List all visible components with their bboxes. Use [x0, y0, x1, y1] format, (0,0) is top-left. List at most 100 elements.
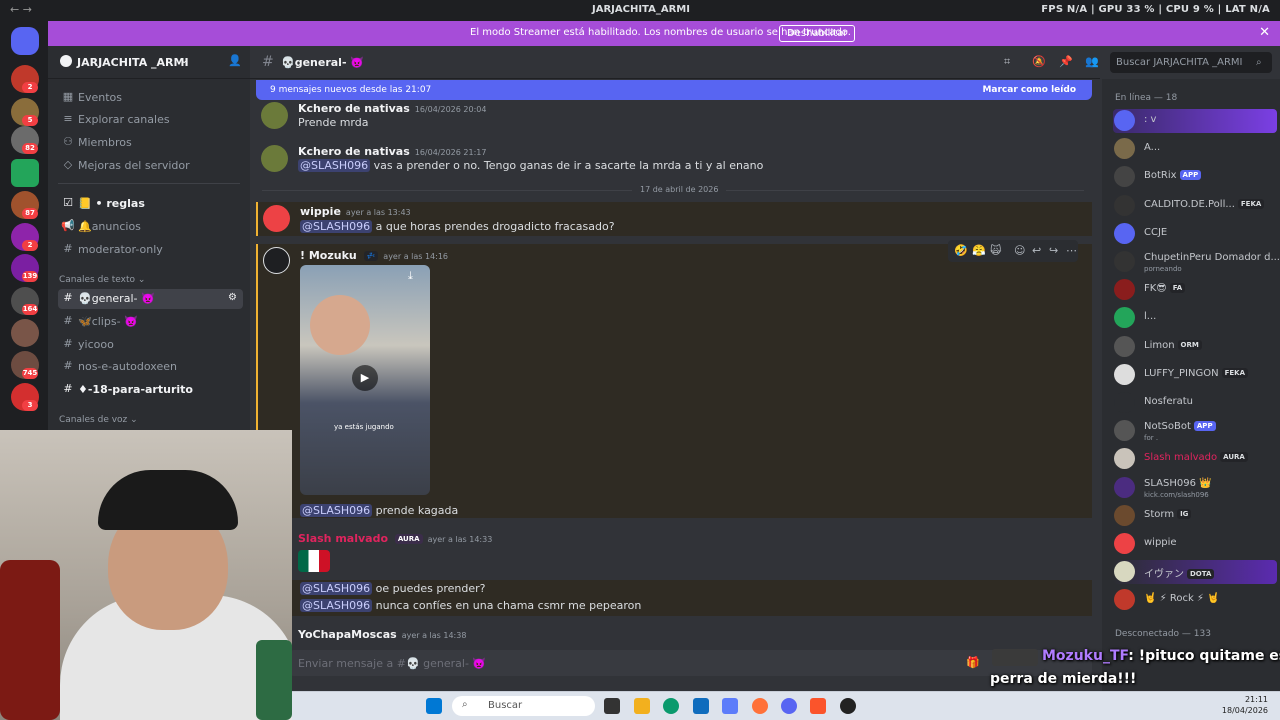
file-explorer-icon[interactable] [634, 698, 650, 714]
threads-icon[interactable]: ⌗ [1004, 55, 1010, 69]
avatar[interactable] [1114, 420, 1135, 442]
app-icon[interactable] [722, 698, 738, 714]
channel-nos-e-autodoxeen[interactable]: # nos-e-autodoxeen [58, 357, 243, 377]
member-item[interactable]: NotSoBot APP for . [1113, 419, 1277, 443]
username[interactable]: Slash malvado [298, 532, 388, 545]
server-header[interactable]: JARJACHITA _ARMI ⌄ 👤 [48, 46, 250, 79]
channel-general[interactable]: # 💀general- 👿 ⚙ [58, 289, 243, 309]
avatar[interactable] [1114, 504, 1135, 526]
user-mention[interactable]: @SLASH096 [300, 599, 373, 612]
message-input[interactable]: Enviar mensaje a #💀 general- 👿 🎁 [288, 650, 1092, 676]
pin-icon[interactable]: 📌 [1059, 55, 1073, 68]
user-mention[interactable]: @SLASH096 [298, 159, 371, 172]
download-icon[interactable]: ⤓ [408, 269, 413, 283]
member-item[interactable]: CALDITO.DE.Poll... FEKA [1113, 194, 1277, 218]
avatar[interactable] [1114, 251, 1135, 272]
taskbar-search[interactable]: ⌕ Buscar [452, 696, 595, 716]
member-item[interactable]: wippie [1113, 532, 1277, 556]
avatar[interactable] [1114, 533, 1135, 554]
reaction-icon[interactable]: 🙀 [990, 244, 1001, 257]
avatar[interactable] [1114, 166, 1135, 188]
channel-18-para-arturito[interactable]: # ♦-18-para-arturito [58, 380, 243, 400]
member-item[interactable]: CCJE [1113, 222, 1277, 246]
windows-start-icon[interactable] [426, 698, 442, 714]
disable-streamer-button[interactable]: Deshabilitar [779, 25, 856, 42]
channel-clips[interactable]: # 🦋clips- 👿 [58, 312, 243, 332]
sidebar-item-browse[interactable]: ≡ Explorar canales [58, 110, 243, 130]
close-icon[interactable]: ✕ [1259, 25, 1270, 40]
message-mention-highlight[interactable]: @SLASH096 oe puedes prender? @SLASH096 n… [256, 580, 1092, 616]
discord-home-icon[interactable] [11, 27, 39, 55]
username[interactable]: ! Mozuku [300, 249, 357, 262]
member-item[interactable]: LUFFY_PINGON FEKA [1113, 363, 1277, 387]
discord-icon[interactable] [781, 698, 797, 714]
category-voice[interactable]: Canales de voz ⌄ [59, 415, 138, 425]
message[interactable]: Kchero de nativas 16/04/2026 20:04 Prende… [256, 99, 1092, 132]
avatar[interactable] [261, 102, 288, 129]
message[interactable]: YoChapaMoscas ayer a las 14:38 [256, 626, 1092, 644]
member-item[interactable]: l... [1113, 306, 1277, 330]
sidebar-item-events[interactable]: ▦ Eventos [58, 88, 243, 108]
sidebar-item-members[interactable]: ⚇ Miembros [58, 133, 243, 153]
channel-moderator-only[interactable]: # moderator-only [58, 240, 243, 260]
username[interactable]: Kchero de nativas [298, 145, 410, 158]
avatar[interactable] [263, 205, 290, 232]
server-icon[interactable] [11, 159, 39, 187]
member-item[interactable]: 🤘 ⚡ Rock ⚡ 🤘 [1113, 588, 1277, 612]
settings-gear-icon[interactable]: ⚙ [228, 292, 237, 303]
category-text[interactable]: Canales de texto ⌄ [59, 275, 145, 285]
member-item[interactable]: BotRix APP [1113, 165, 1277, 189]
play-icon[interactable]: ▶ [352, 365, 378, 391]
username[interactable]: YoChapaMoscas [298, 628, 397, 641]
back-forward-arrows-icon[interactable]: ← → [10, 3, 32, 16]
avatar[interactable] [1114, 561, 1135, 583]
avatar[interactable] [1114, 363, 1135, 385]
message[interactable]: Kchero de nativas 16/04/2026 21:17 @SLASH… [256, 142, 1092, 176]
member-item[interactable]: イヴァン DOTA [1113, 560, 1277, 585]
task-view-icon[interactable] [604, 698, 620, 714]
add-reaction-icon[interactable]: ☺ [1014, 244, 1025, 257]
username[interactable]: Kchero de nativas [298, 102, 410, 115]
edge-icon[interactable] [663, 698, 679, 714]
firefox-icon[interactable] [752, 698, 768, 714]
channel-reglas[interactable]: ☑ 📒 • reglas [58, 194, 243, 214]
channel-anuncios[interactable]: 📢 🔔anuncios [58, 217, 243, 237]
avatar[interactable] [263, 247, 290, 274]
reply-icon[interactable]: ↩ [1032, 244, 1041, 257]
member-item[interactable]: Storm IG [1113, 504, 1277, 528]
server-icon[interactable] [11, 319, 39, 347]
avatar[interactable] [1114, 392, 1135, 413]
avatar[interactable] [1114, 279, 1135, 301]
sidebar-item-boost[interactable]: ◇ Mejoras del servidor [58, 156, 243, 176]
member-item[interactable]: Slash malvado AURA [1113, 447, 1277, 471]
avatar[interactable] [1114, 476, 1135, 498]
channel-yicooo[interactable]: # yicooo [58, 335, 243, 355]
message-mention-highlight[interactable]: wippie ayer a las 13:43 @SLASH096 a que h… [256, 202, 1092, 236]
avatar[interactable] [1114, 589, 1135, 611]
video-attachment[interactable]: ▶ ⤓ ya estás jugando [300, 265, 430, 495]
message-mention-highlight[interactable]: ! Mozuku 💤 ayer a las 14:16 ▶ ⤓ ya estás … [256, 240, 1092, 518]
avatar[interactable] [1114, 222, 1135, 244]
new-messages-bar[interactable]: 9 mensajes nuevos desde las 21:07 Marcar… [256, 80, 1092, 100]
search-input[interactable]: Buscar JARJACHITA _ARMI ⌕ [1110, 52, 1272, 73]
more-options-icon[interactable]: ⋯ [1066, 244, 1077, 257]
user-mention[interactable]: @SLASH096 [300, 582, 373, 595]
forward-icon[interactable]: ↪ [1049, 244, 1058, 257]
user-mention[interactable]: @SLASH096 [300, 220, 373, 233]
avatar[interactable] [1114, 110, 1135, 131]
user-mention[interactable]: @SLASH096 [300, 504, 373, 517]
member-list-icon[interactable]: 👥 [1085, 55, 1099, 68]
gift-icon[interactable]: 🎁 [966, 656, 980, 669]
member-item[interactable]: ChupetinPeru Domador d... porneando [1113, 250, 1280, 274]
brave-icon[interactable] [810, 698, 826, 714]
member-item[interactable]: A... [1113, 137, 1277, 161]
reaction-icon[interactable]: 😤 [972, 244, 986, 257]
avatar[interactable] [1114, 194, 1135, 216]
avatar[interactable] [1114, 307, 1135, 329]
avatar[interactable] [1114, 448, 1135, 470]
member-item[interactable]: Nosferatu [1113, 391, 1277, 415]
system-clock[interactable]: 21:11 18/04/2026 [1222, 694, 1268, 716]
obs-icon[interactable] [840, 698, 856, 714]
add-member-icon[interactable]: 👤 [228, 54, 242, 67]
username[interactable]: wippie [300, 205, 341, 218]
